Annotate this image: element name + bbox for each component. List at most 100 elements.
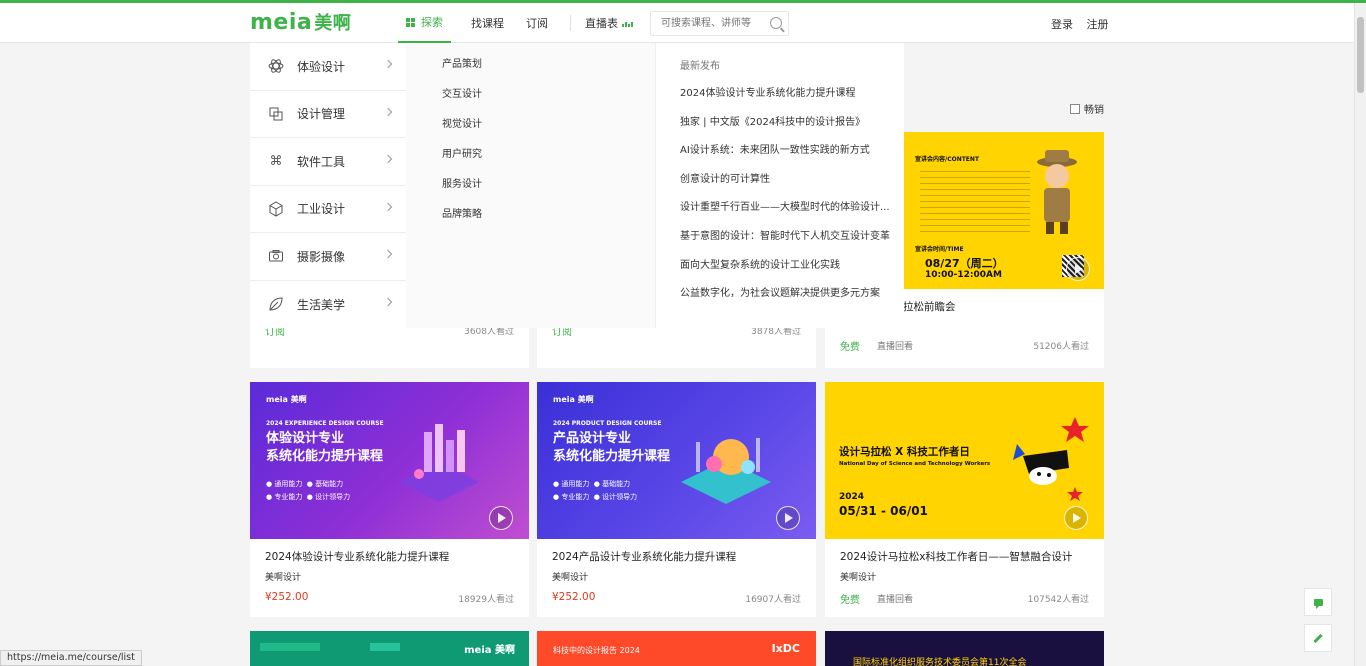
detective-illustration <box>1037 150 1077 234</box>
play-icon[interactable] <box>1064 506 1088 530</box>
category-menu: 体验设计 设计管理 ⌘ 软件工具 工业设计 摄影摄像 生活美学 <box>250 43 406 328</box>
isometric-chart-illustration <box>399 424 479 502</box>
category-label: 摄影摄像 <box>297 249 346 264</box>
category-photography[interactable]: 摄影摄像 <box>250 233 406 281</box>
atom-icon <box>268 58 284 74</box>
course-card-strip[interactable]: 科技中的设计报告 2024 IxDC <box>537 631 816 666</box>
play-icon[interactable] <box>776 506 800 530</box>
poster-bullet: ● 专业能力 <box>266 493 303 501</box>
poster-date: 08/27（周二） <box>925 257 1004 270</box>
course-card[interactable]: meia 美啊 2024 EXPERIENCE DESIGN COURSE 体验… <box>250 382 529 617</box>
poster-bullet: ● 基础能力 <box>593 480 631 488</box>
leaf-icon <box>268 296 284 312</box>
chevron-right-icon <box>383 59 393 69</box>
course-card-strip[interactable]: 国际标准化组织服务技术委员会第11次全会 <box>825 631 1104 666</box>
nav-subscribe-label: 订阅 <box>526 17 548 30</box>
isometric-platform-illustration <box>681 438 771 504</box>
poster-bullet: ● 设计领导力 <box>593 493 638 501</box>
chat-button[interactable] <box>1304 588 1332 616</box>
course-card[interactable]: meia 美啊 2024 PRODUCT DESIGN COURSE 产品设计专… <box>537 382 816 617</box>
category-design-management[interactable]: 设计管理 <box>250 91 406 138</box>
bestseller-label: 畅销 <box>1084 105 1104 116</box>
subcategory-item[interactable]: 品牌策略 <box>406 207 655 237</box>
course-price: ¥252.00 <box>265 591 309 603</box>
course-title: 2024设计马拉松x科技工作者日——智慧融合设计 <box>840 551 1073 563</box>
pen-icon <box>1313 633 1323 643</box>
course-card[interactable]: 设计马拉松 X 科技工作者日 National Day of Science a… <box>825 382 1104 617</box>
subcategory-item[interactable]: 服务设计 <box>406 177 655 207</box>
course-thumbnail: meia 美啊 2024 EXPERIENCE DESIGN COURSE 体验… <box>250 382 529 539</box>
news-item[interactable]: 面向大型复杂系统的设计工业化实践 <box>680 256 896 285</box>
category-label: 生活美学 <box>297 297 346 312</box>
course-footer: ¥252.00 16907人看过 <box>537 583 816 609</box>
register-link[interactable]: 注册 <box>1087 18 1109 31</box>
live-indicator-icon <box>622 19 633 27</box>
main-nav: 探索 找课程 订阅 直播表 <box>398 3 655 43</box>
news-item[interactable]: 创意设计的可计算性 <box>680 170 896 199</box>
feedback-button[interactable] <box>1304 624 1332 652</box>
subcategory-item[interactable]: 交互设计 <box>406 87 655 117</box>
category-industrial-design[interactable]: 工业设计 <box>250 186 406 233</box>
login-link[interactable]: 登录 <box>1051 18 1073 31</box>
scrollbar-thumb[interactable] <box>1357 17 1364 93</box>
course-footer: ¥252.00 18929人看过 <box>250 583 529 609</box>
free-tag: 免费 <box>840 342 860 353</box>
camera-icon <box>268 248 284 264</box>
subcategory-item[interactable]: 用户研究 <box>406 147 655 177</box>
poster-date-range: 05/31 - 06/01 <box>839 504 928 518</box>
category-label: 设计管理 <box>297 107 346 122</box>
strip-brand: meia 美啊 <box>464 645 515 656</box>
poster-english-title: 2024 PRODUCT DESIGN COURSE <box>553 420 662 427</box>
logo-cn: 美啊 <box>314 13 352 34</box>
news-item[interactable]: 独家 | 中文版《2024科技中的设计报告》 <box>680 113 896 142</box>
replay-tag: 直播回看 <box>877 342 914 352</box>
nav-explore-label: 探索 <box>421 16 443 29</box>
course-card-strip[interactable]: meia 美啊 <box>250 631 529 666</box>
page-scrollbar[interactable] <box>1354 3 1366 666</box>
course-org: 美啊设计 <box>552 573 589 583</box>
news-item[interactable]: AI设计系统：未来团队一致性实践的新方式 <box>680 141 896 170</box>
news-item[interactable]: 设计重塑千行百业——大模型时代的体验设计... <box>680 198 896 227</box>
category-lifestyle[interactable]: 生活美学 <box>250 281 406 329</box>
poster-bullet: ● 专业能力 <box>553 493 590 501</box>
course-title: 2024体验设计专业系统化能力提升课程 <box>265 551 450 563</box>
play-icon[interactable] <box>1066 257 1090 281</box>
play-icon[interactable] <box>489 506 513 530</box>
bestseller-checkbox[interactable] <box>1070 103 1080 114</box>
chevron-right-icon <box>383 297 393 306</box>
subcategory-item[interactable]: 产品策划 <box>406 57 655 87</box>
course-footer: 免费 直播回看 107542人看过 <box>825 583 1104 609</box>
free-tag: 免费 <box>840 595 860 606</box>
poster-bullet: ● 设计领导力 <box>306 493 351 501</box>
search-input[interactable] <box>651 12 761 35</box>
nav-find-course[interactable]: 找课程 <box>471 3 504 43</box>
category-label: 软件工具 <box>297 154 346 169</box>
nav-live-schedule[interactable]: 直播表 <box>585 3 633 43</box>
poster-time-heading: 宣讲会时间/TIME <box>915 246 964 253</box>
course-org: 美啊设计 <box>840 573 877 583</box>
nav-subscribe[interactable]: 订阅 <box>526 3 548 43</box>
view-count: 107542人看过 <box>1027 595 1089 605</box>
subcategory-menu: 产品策划 交互设计 视觉设计 用户研究 服务设计 品牌策略 <box>406 43 656 328</box>
poster-brand: meia 美啊 <box>553 395 594 404</box>
poster-time: 10:00-12:00AM <box>925 270 1002 280</box>
poster-content-heading: 宣讲会内容/CONTENT <box>915 156 980 163</box>
poster-english-subtitle: National Day of Science and Technology W… <box>839 461 991 467</box>
news-item[interactable]: 2024体验设计专业系统化能力提升课程 <box>680 84 896 113</box>
browser-status-bar: https://meia.me/course/list <box>0 650 142 666</box>
bestseller-filter[interactable]: 畅销 <box>1070 101 1104 116</box>
category-software-tools[interactable]: ⌘ 软件工具 <box>250 138 406 186</box>
view-count: 51206人看过 <box>1033 342 1089 352</box>
search-icon[interactable] <box>770 17 782 29</box>
category-label: 体验设计 <box>297 59 346 74</box>
replay-tag: 直播回看 <box>877 595 914 605</box>
category-experience-design[interactable]: 体验设计 <box>250 43 406 91</box>
course-thumbnail: meia 美啊 2024 PRODUCT DESIGN COURSE 产品设计专… <box>537 382 816 539</box>
subcategory-item[interactable]: 视觉设计 <box>406 117 655 147</box>
news-item[interactable]: 基于意图的设计：智能时代下人机交互设计变革 <box>680 227 896 256</box>
hat-star-illustration <box>1013 417 1089 501</box>
search-box <box>650 11 789 36</box>
news-item[interactable]: 公益数字化，为社会议题解决提供更多元方案 <box>680 284 896 313</box>
logo[interactable]: meia 美啊 <box>250 9 351 35</box>
nav-explore[interactable]: 探索 <box>398 3 451 43</box>
